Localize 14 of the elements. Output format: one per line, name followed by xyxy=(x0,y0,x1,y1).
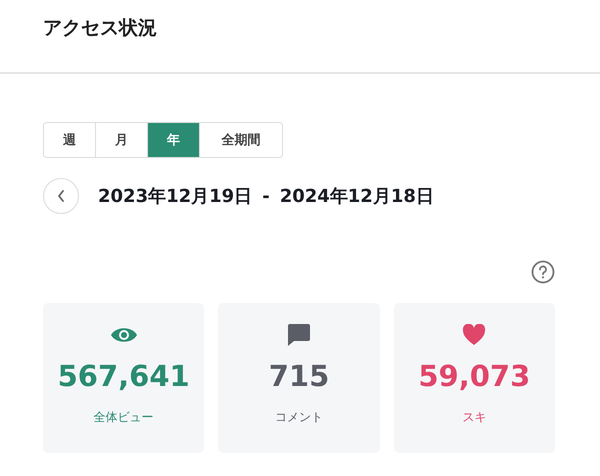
stat-label: コメント xyxy=(274,409,323,426)
chevron-left-icon xyxy=(56,189,66,203)
stat-value: 567,641 xyxy=(58,359,190,393)
page-title: アクセス状況 xyxy=(43,16,157,41)
stat-value: 715 xyxy=(268,359,330,393)
start-date: 2023年12月19日 xyxy=(98,185,252,208)
date-separator: - xyxy=(262,186,270,206)
stat-label: 全体ビュー xyxy=(94,409,154,426)
stat-label: スキ xyxy=(462,409,486,426)
help-icon[interactable] xyxy=(531,260,555,284)
period-tab[interactable]: 週 xyxy=(44,123,96,157)
stat-value: 59,073 xyxy=(418,359,530,393)
end-date: 2024年12月18日 xyxy=(280,185,434,208)
period-tab[interactable]: 年 xyxy=(148,123,200,157)
